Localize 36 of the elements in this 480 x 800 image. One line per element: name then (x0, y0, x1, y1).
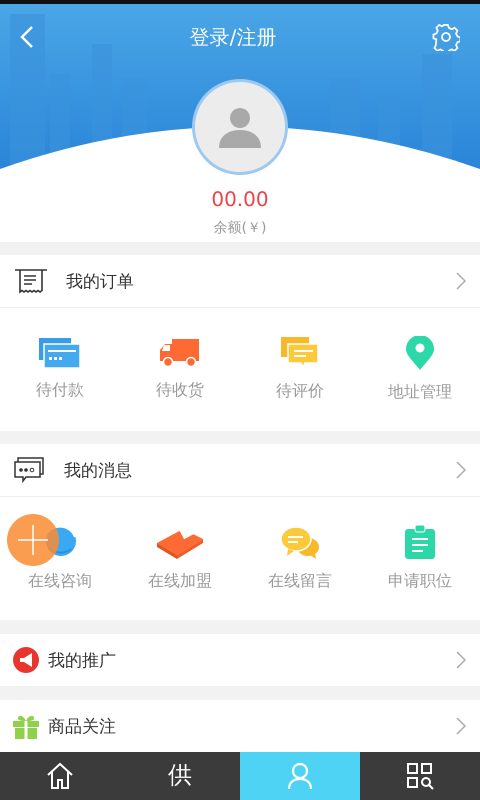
location-pin-icon (406, 336, 434, 370)
home-icon (46, 762, 74, 790)
menu-row[interactable]: 商品关注 (0, 700, 480, 752)
receipt-icon (14, 268, 48, 294)
chevron-right-icon (456, 717, 466, 735)
clipboard-icon (405, 525, 435, 559)
menu-item-label[interactable]: 待付款 (36, 380, 84, 401)
menu-item-label[interactable]: 在线咨询 (28, 571, 92, 592)
menu-item-label[interactable]: 地址管理 (388, 382, 452, 403)
menu-item-label[interactable]: 在线留言 (268, 571, 332, 592)
grid-search-icon (406, 762, 434, 790)
person-silhouette-icon (219, 106, 261, 148)
message-icon (14, 457, 46, 483)
chevron-right-icon (456, 651, 466, 669)
balance-amount: 00.00 (211, 187, 269, 211)
card-icon (39, 338, 81, 368)
page-title: 登录/注册 (190, 24, 276, 50)
settings-icon[interactable] (432, 23, 460, 51)
section-header[interactable]: 我的消息 (0, 444, 480, 497)
chevron-right-icon (456, 461, 466, 479)
menu-item-label[interactable]: 申请职位 (388, 571, 452, 592)
balance-label: 余额(￥) (214, 219, 266, 237)
truck-icon (160, 338, 200, 368)
menu-item-label[interactable]: 待收货 (156, 380, 204, 401)
chat-bubbles-icon (280, 525, 320, 559)
gift-icon (12, 713, 40, 739)
back-icon[interactable] (20, 25, 34, 49)
person-icon (287, 762, 313, 790)
menu-row[interactable]: 我的推广 (0, 634, 480, 686)
megaphone-icon (12, 646, 40, 674)
menu-item-label[interactable]: 在线加盟 (148, 571, 212, 592)
chevron-right-icon (456, 272, 466, 290)
section-header[interactable]: 我的订单 (0, 255, 480, 308)
plus-icon (18, 525, 48, 555)
menu-item-label[interactable]: 待评价 (276, 381, 324, 402)
supply-glyph: 供 (168, 762, 192, 790)
